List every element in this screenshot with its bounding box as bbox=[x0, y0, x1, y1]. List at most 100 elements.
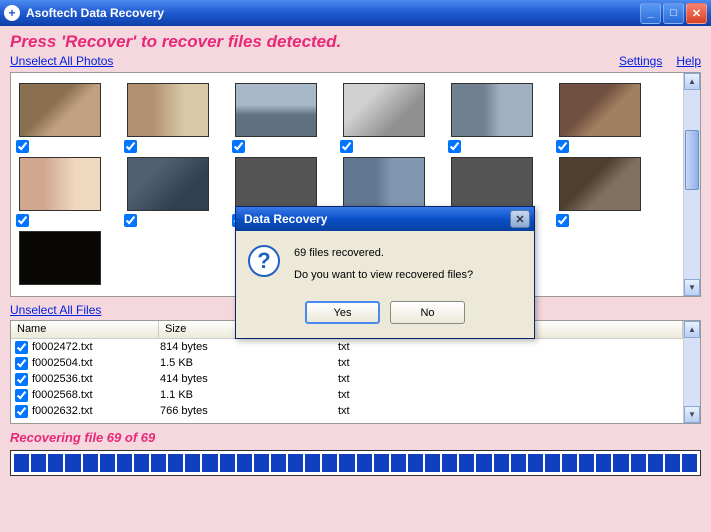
photo-thumbnail bbox=[235, 157, 317, 211]
file-name: f0002568.txt bbox=[32, 389, 160, 401]
progress-segment bbox=[408, 454, 423, 472]
progress-segment bbox=[511, 454, 526, 472]
maximize-button[interactable]: □ bbox=[663, 3, 684, 24]
progress-bar bbox=[10, 450, 701, 476]
photo-item[interactable] bbox=[559, 83, 641, 137]
photo-thumbnail bbox=[451, 157, 533, 211]
scroll-up-button[interactable]: ▲ bbox=[684, 321, 700, 338]
scroll-down-button[interactable]: ▼ bbox=[684, 279, 700, 296]
photo-item[interactable] bbox=[559, 157, 641, 211]
file-ext: txt bbox=[338, 373, 478, 385]
photo-item[interactable] bbox=[343, 157, 425, 211]
progress-segment bbox=[31, 454, 46, 472]
photo-thumbnail bbox=[19, 157, 101, 211]
progress-segment bbox=[134, 454, 149, 472]
progress-segment bbox=[117, 454, 132, 472]
dialog-message-2: Do you want to view recovered files? bbox=[294, 269, 473, 281]
file-row[interactable]: f0002472.txt814 bytestxt bbox=[11, 339, 683, 355]
progress-segment bbox=[151, 454, 166, 472]
file-size: 766 bytes bbox=[160, 405, 338, 417]
scroll-down-button[interactable]: ▼ bbox=[684, 406, 700, 423]
progress-segment bbox=[442, 454, 457, 472]
photo-checkbox[interactable] bbox=[232, 140, 245, 153]
progress-segment bbox=[579, 454, 594, 472]
photo-checkbox[interactable] bbox=[556, 140, 569, 153]
file-row[interactable]: f0002568.txt1.1 KBtxt bbox=[11, 387, 683, 403]
progress-segment bbox=[83, 454, 98, 472]
file-checkbox[interactable] bbox=[15, 405, 28, 418]
file-row[interactable]: f0002504.txt1.5 KBtxt bbox=[11, 355, 683, 371]
question-icon: ? bbox=[248, 245, 280, 277]
photo-thumbnail bbox=[19, 83, 101, 137]
unselect-all-photos-link[interactable]: Unselect All Photos bbox=[10, 54, 113, 68]
photo-item[interactable] bbox=[127, 157, 209, 211]
progress-segment bbox=[202, 454, 217, 472]
scroll-up-button[interactable]: ▲ bbox=[684, 73, 700, 90]
progress-segment bbox=[271, 454, 286, 472]
file-scrollbar[interactable]: ▲ ▼ bbox=[683, 321, 700, 423]
yes-button[interactable]: Yes bbox=[305, 301, 380, 324]
close-button[interactable]: ✕ bbox=[686, 3, 707, 24]
file-checkbox[interactable] bbox=[15, 357, 28, 370]
progress-segment bbox=[374, 454, 389, 472]
progress-segment bbox=[220, 454, 235, 472]
photo-checkbox[interactable] bbox=[556, 214, 569, 227]
file-size: 414 bytes bbox=[160, 373, 338, 385]
window-titlebar: + Asoftech Data Recovery _ □ ✕ bbox=[0, 0, 711, 26]
progress-segment bbox=[168, 454, 183, 472]
photo-item[interactable] bbox=[19, 83, 101, 137]
no-button[interactable]: No bbox=[390, 301, 465, 324]
progress-segment bbox=[48, 454, 63, 472]
progress-segment bbox=[459, 454, 474, 472]
file-row[interactable]: f0002536.txt414 bytestxt bbox=[11, 371, 683, 387]
photo-checkbox[interactable] bbox=[124, 140, 137, 153]
file-checkbox[interactable] bbox=[15, 341, 28, 354]
file-checkbox[interactable] bbox=[15, 389, 28, 402]
progress-segment bbox=[648, 454, 663, 472]
photo-checkbox[interactable] bbox=[16, 140, 29, 153]
progress-segment bbox=[391, 454, 406, 472]
photo-checkbox[interactable] bbox=[340, 140, 353, 153]
file-checkbox[interactable] bbox=[15, 373, 28, 386]
photo-checkbox[interactable] bbox=[124, 214, 137, 227]
photo-checkbox[interactable] bbox=[16, 214, 29, 227]
photo-item[interactable] bbox=[19, 231, 101, 285]
progress-segment bbox=[288, 454, 303, 472]
file-ext: txt bbox=[338, 389, 478, 401]
photo-thumbnail bbox=[559, 157, 641, 211]
photo-item[interactable] bbox=[235, 157, 317, 211]
progress-segment bbox=[305, 454, 320, 472]
progress-segment bbox=[596, 454, 611, 472]
file-name: f0002632.txt bbox=[32, 405, 160, 417]
minimize-button[interactable]: _ bbox=[640, 3, 661, 24]
progress-segment bbox=[100, 454, 115, 472]
dialog-titlebar: Data Recovery ✕ bbox=[236, 207, 534, 231]
file-size: 1.5 KB bbox=[160, 357, 338, 369]
progress-segment bbox=[545, 454, 560, 472]
photo-item[interactable] bbox=[343, 83, 425, 137]
dialog-title: Data Recovery bbox=[240, 212, 510, 226]
photo-item[interactable] bbox=[19, 157, 101, 211]
unselect-all-files-link[interactable]: Unselect All Files bbox=[10, 303, 101, 317]
photo-item[interactable] bbox=[127, 83, 209, 137]
photo-checkbox[interactable] bbox=[448, 140, 461, 153]
photo-item[interactable] bbox=[451, 83, 533, 137]
progress-segment bbox=[237, 454, 252, 472]
photo-item[interactable] bbox=[451, 157, 533, 211]
progress-segment bbox=[357, 454, 372, 472]
help-link[interactable]: Help bbox=[676, 54, 701, 68]
window-title: Asoftech Data Recovery bbox=[26, 6, 640, 20]
scroll-track[interactable] bbox=[684, 90, 700, 279]
progress-segment bbox=[631, 454, 646, 472]
file-name: f0002504.txt bbox=[32, 357, 160, 369]
settings-link[interactable]: Settings bbox=[619, 54, 662, 68]
photo-scrollbar[interactable]: ▲ ▼ bbox=[683, 73, 700, 296]
dialog-close-button[interactable]: ✕ bbox=[510, 210, 530, 228]
file-row[interactable]: f0002632.txt766 bytestxt bbox=[11, 403, 683, 419]
scroll-track[interactable] bbox=[684, 338, 700, 406]
photo-item[interactable] bbox=[235, 83, 317, 137]
file-size: 814 bytes bbox=[160, 341, 338, 353]
scroll-thumb[interactable] bbox=[685, 130, 699, 190]
column-header-name[interactable]: Name bbox=[11, 321, 159, 338]
photo-thumbnail bbox=[559, 83, 641, 137]
